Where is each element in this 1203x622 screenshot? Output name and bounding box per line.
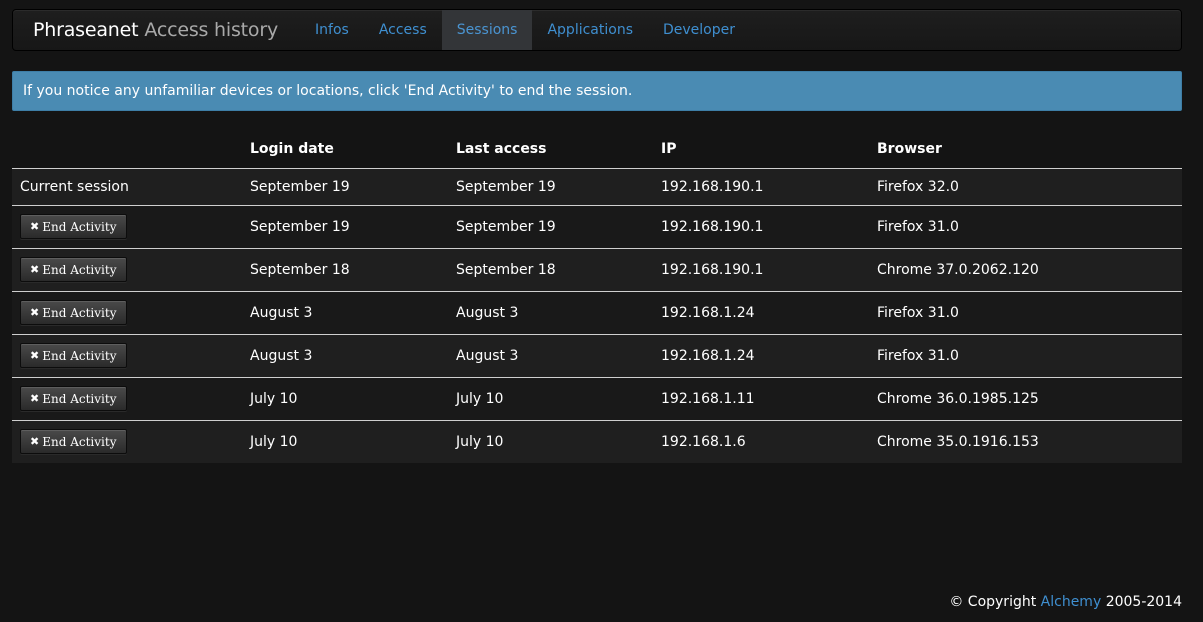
cell-login-date: September 19 xyxy=(250,178,350,195)
tab-developer[interactable]: Developer xyxy=(648,10,750,50)
table-row: ✖ End Activity July 10 July 10 192.168.1.… xyxy=(12,376,1182,420)
copyright-years: 2005-2014 xyxy=(1105,594,1182,610)
cell-login-date: July 10 xyxy=(242,376,448,420)
page-title: Access history xyxy=(144,19,279,41)
tab-sessions[interactable]: Sessions xyxy=(441,10,533,50)
header-ip: IP xyxy=(653,131,869,169)
cell-browser: Chrome 37.0.2062.120 xyxy=(869,247,1182,291)
brand-name: Phraseanet xyxy=(33,19,139,41)
cell-ip: 192.168.190.1 xyxy=(661,178,764,195)
alert-text: If you notice any unfamiliar devices or … xyxy=(23,83,633,99)
copyright-text: © Copyright xyxy=(949,594,1037,610)
end-activity-button[interactable]: ✖ End Activity xyxy=(20,343,128,368)
close-icon: ✖ xyxy=(30,306,40,319)
end-activity-label: End Activity xyxy=(42,434,117,449)
cell-ip: 192.168.190.1 xyxy=(653,204,869,248)
cell-browser: Firefox 31.0 xyxy=(869,204,1182,248)
cell-ip: 192.168.1.11 xyxy=(653,376,869,420)
cell-login-date: September 19 xyxy=(242,204,448,248)
end-activity-button[interactable]: ✖ End Activity xyxy=(20,300,128,325)
cell-last-access: September 19 xyxy=(456,178,556,195)
end-activity-label: End Activity xyxy=(42,262,117,277)
table-header-row: Login date Last access IP Browser xyxy=(12,131,1182,169)
cell-login-date: September 18 xyxy=(242,247,448,291)
header-action xyxy=(12,131,242,169)
cell-last-access: July 10 xyxy=(448,419,653,463)
cell-last-access: August 3 xyxy=(448,290,653,334)
top-navbar: Phraseanet Access history Infos Access S… xyxy=(12,9,1182,51)
end-activity-label: End Activity xyxy=(42,305,117,320)
close-icon: ✖ xyxy=(30,392,40,405)
company-link[interactable]: Alchemy xyxy=(1041,594,1102,610)
end-activity-label: End Activity xyxy=(42,391,117,406)
close-icon: ✖ xyxy=(30,349,40,362)
cell-ip: 192.168.1.6 xyxy=(653,419,869,463)
end-activity-button[interactable]: ✖ End Activity xyxy=(20,386,128,411)
tab-infos[interactable]: Infos xyxy=(300,10,364,50)
end-activity-label: End Activity xyxy=(42,219,117,234)
brand[interactable]: Phraseanet Access history xyxy=(13,10,300,50)
sessions-table: Login date Last access IP Browser Curren… xyxy=(12,131,1182,463)
cell-ip: 192.168.190.1 xyxy=(653,247,869,291)
header-login-date: Login date xyxy=(242,131,448,169)
table-row: ✖ End Activity July 10 July 10 192.168.1.… xyxy=(12,419,1182,463)
cell-last-access: September 18 xyxy=(448,247,653,291)
close-icon: ✖ xyxy=(30,263,40,276)
table-row: ✖ End Activity September 19 September 19 … xyxy=(12,204,1182,248)
table-row: ✖ End Activity September 18 September 18 … xyxy=(12,247,1182,291)
cell-browser: Firefox 31.0 xyxy=(869,333,1182,377)
end-activity-button[interactable]: ✖ End Activity xyxy=(20,429,128,455)
cell-login-date: August 3 xyxy=(242,333,448,377)
table-row: ✖ End Activity August 3 August 3 192.168.… xyxy=(12,290,1182,334)
cell-last-access: August 3 xyxy=(448,333,653,377)
cell-ip: 192.168.1.24 xyxy=(653,333,869,377)
header-browser: Browser xyxy=(869,131,1182,169)
nav-tabs: Infos Access Sessions Applications Devel… xyxy=(300,10,750,50)
cell-last-access: September 19 xyxy=(448,204,653,248)
end-activity-button[interactable]: ✖ End Activity xyxy=(20,214,128,239)
header-last-access: Last access xyxy=(448,131,653,169)
cell-browser: Chrome 35.0.1916.153 xyxy=(869,419,1182,463)
cell-login-date: July 10 xyxy=(242,419,448,463)
tab-access[interactable]: Access xyxy=(364,10,442,50)
close-icon: ✖ xyxy=(30,435,40,449)
cell-browser: Chrome 36.0.1985.125 xyxy=(869,376,1182,420)
tab-applications[interactable]: Applications xyxy=(532,10,648,50)
current-session-label: Current session xyxy=(20,178,129,195)
cell-browser: Firefox 31.0 xyxy=(869,290,1182,334)
table-row-current-session: Current session September 19 September 1… xyxy=(12,168,1182,205)
cell-login-date: August 3 xyxy=(242,290,448,334)
cell-ip: 192.168.1.24 xyxy=(653,290,869,334)
info-alert: If you notice any unfamiliar devices or … xyxy=(12,71,1182,111)
end-activity-button[interactable]: ✖ End Activity xyxy=(20,257,128,282)
close-icon: ✖ xyxy=(30,220,40,233)
cell-browser: Firefox 32.0 xyxy=(877,178,959,195)
table-row: ✖ End Activity August 3 August 3 192.168.… xyxy=(12,333,1182,377)
end-activity-label: End Activity xyxy=(42,348,117,363)
footer: © Copyright Alchemy 2005-2014 xyxy=(949,594,1182,610)
cell-last-access: July 10 xyxy=(448,376,653,420)
